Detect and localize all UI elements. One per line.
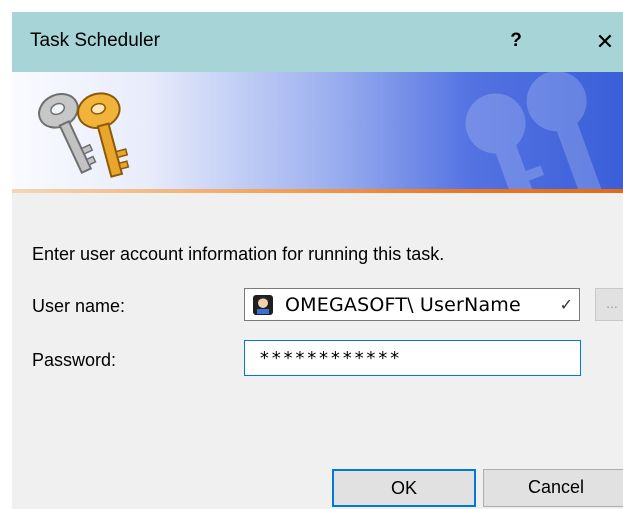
help-button[interactable]: ? (502, 27, 530, 55)
title-bar[interactable]: Task Scheduler ? ✕ (12, 12, 623, 72)
ok-button[interactable]: OK (332, 469, 476, 507)
header-banner (12, 72, 623, 189)
keys-watermark-icon (465, 72, 603, 189)
user-icon (253, 295, 273, 315)
keys-icon (38, 92, 130, 178)
chevron-down-icon[interactable]: ✓ (560, 295, 573, 315)
instruction-text: Enter user account information for runni… (32, 244, 445, 264)
user-name-value: OMEGASOFT\ UserName (285, 294, 521, 316)
banner-divider (12, 189, 623, 193)
user-name-label: User name: (32, 296, 126, 316)
cancel-button[interactable]: Cancel (483, 469, 623, 507)
browse-user-button[interactable]: ... (595, 288, 623, 321)
task-scheduler-dialog: Task Scheduler ? ✕ Enter user account in… (12, 12, 623, 509)
password-field[interactable]: ************ (244, 340, 581, 376)
close-button[interactable]: ✕ (587, 22, 623, 62)
password-label: Password: (32, 350, 117, 370)
window-title: Task Scheduler (30, 30, 160, 51)
password-value: ************ (259, 348, 402, 369)
user-name-combobox[interactable]: OMEGASOFT\ UserName ✓ (244, 288, 580, 321)
